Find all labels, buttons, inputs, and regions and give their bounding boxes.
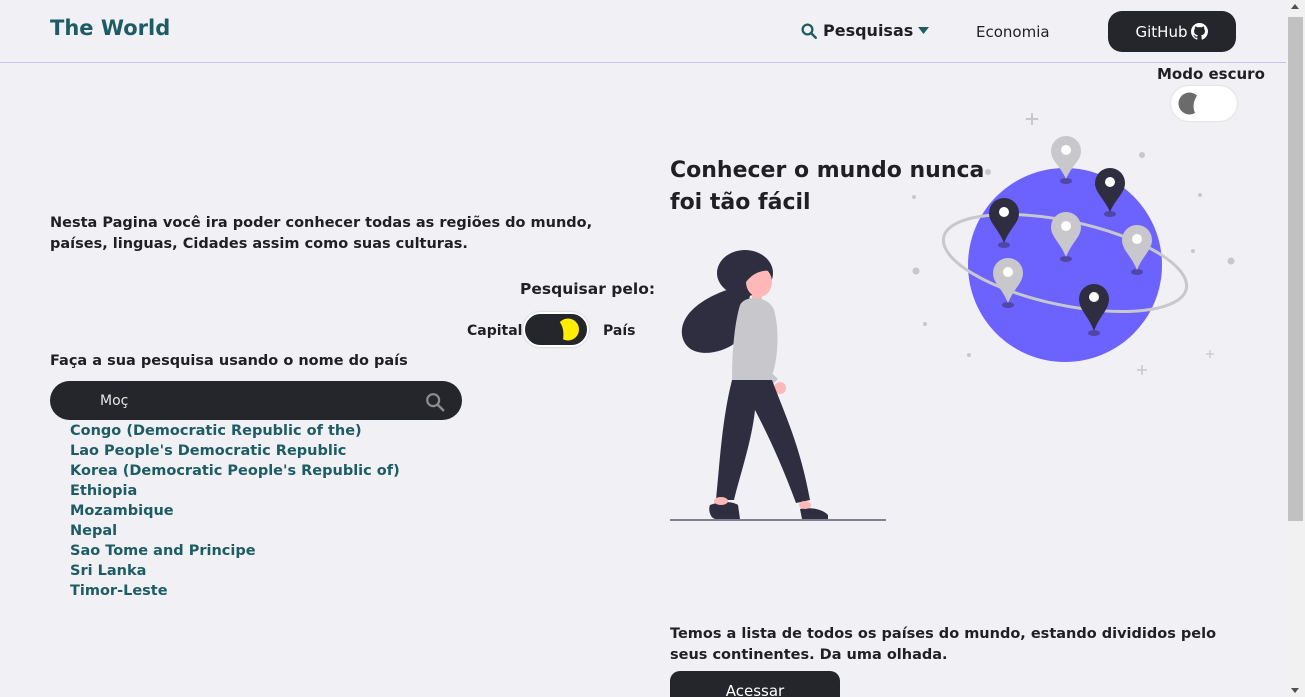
caret-down-icon — [918, 26, 930, 34]
search-result-item[interactable]: Ethiopia — [70, 481, 400, 501]
dark-mode-label: Modo escuro — [1157, 65, 1265, 83]
intro-text: Nesta Pagina você ira poder conhecer tod… — [50, 215, 593, 252]
scrollbar-thumb[interactable] — [1288, 17, 1303, 521]
vertical-scrollbar[interactable] — [1286, 0, 1305, 697]
page: The World Pesquisas Economia GitHub Modo… — [0, 0, 1305, 697]
search-result-item[interactable]: Lao People's Democratic Republic — [70, 441, 400, 461]
toggle-knob — [555, 318, 579, 341]
search-bar — [50, 381, 462, 420]
search-by-label: Pesquisar pelo: — [520, 280, 656, 298]
continents-text: Temos a lista de todos os países do mund… — [670, 626, 1217, 663]
world-illustration — [670, 113, 1235, 521]
search-icon[interactable] — [424, 391, 446, 413]
access-button[interactable]: Acessar — [670, 671, 840, 697]
github-button[interactable]: GitHub — [1108, 11, 1236, 52]
search-result-item[interactable]: Mozambique — [70, 501, 400, 521]
search-result-item[interactable]: Nepal — [70, 521, 400, 541]
country-search-input[interactable] — [100, 381, 410, 420]
nav-search-label: Pesquisas — [823, 21, 914, 40]
option-capital-label: Capital — [467, 323, 523, 339]
search-icon — [801, 23, 817, 39]
search-result-item[interactable]: Sao Tome and Principe — [70, 541, 400, 561]
search-results-list: Congo (Democratic Republic of the) Lao P… — [70, 421, 400, 601]
scroll-up-arrow-icon[interactable] — [1291, 4, 1299, 9]
nav-search-dropdown[interactable]: Pesquisas — [800, 21, 930, 40]
top-navbar: The World Pesquisas Economia GitHub — [0, 0, 1286, 63]
nav-economy-link[interactable]: Economia — [976, 23, 1050, 41]
github-icon — [1191, 23, 1209, 40]
search-mode-toggle[interactable] — [523, 312, 589, 347]
scroll-down-arrow-icon[interactable] — [1291, 688, 1299, 693]
woman-figure — [681, 250, 828, 519]
option-country-label: País — [603, 323, 636, 339]
search-result-item[interactable]: Congo (Democratic Republic of the) — [70, 421, 400, 441]
search-result-item[interactable]: Timor-Leste — [70, 581, 400, 601]
brand-logo[interactable]: The World — [50, 16, 170, 40]
search-result-item[interactable]: Sri Lanka — [70, 561, 400, 581]
search-help-text: Faça a sua pesquisa usando o nome do paí… — [50, 353, 408, 369]
github-button-label: GitHub — [1135, 22, 1188, 41]
search-result-item[interactable]: Korea (Democratic People's Republic of) — [70, 461, 400, 481]
